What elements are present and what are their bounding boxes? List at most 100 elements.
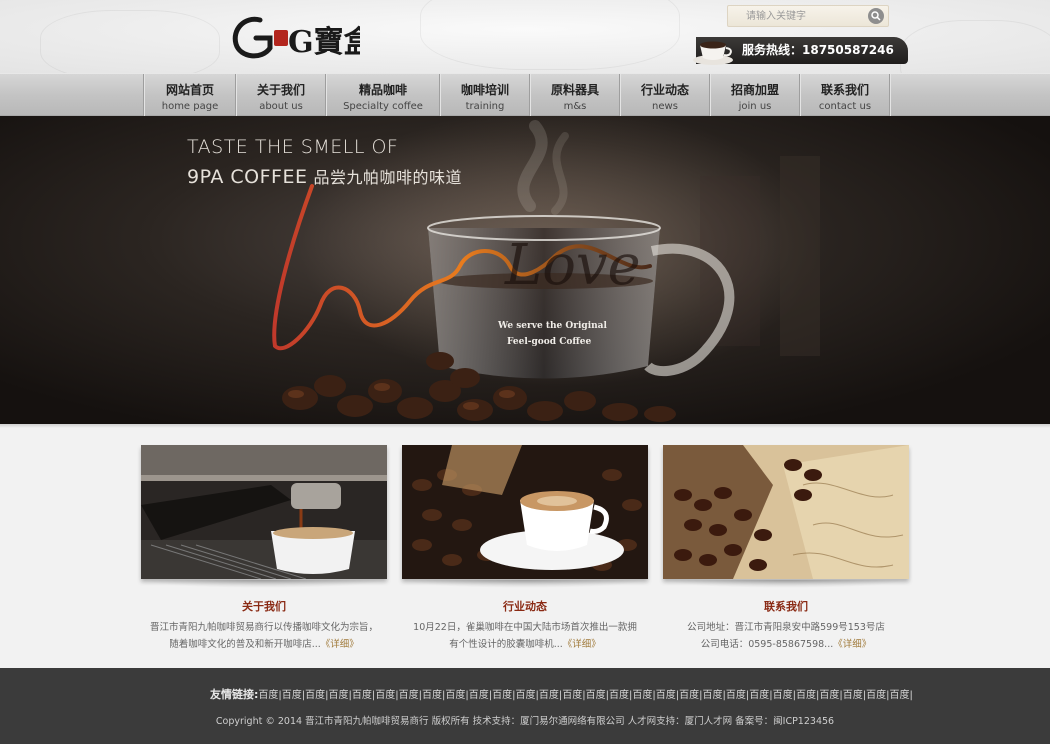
site-logo[interactable]: G寶盒 bbox=[230, 8, 375, 64]
nav-item-materials[interactable]: 原料器具 m&s bbox=[531, 74, 619, 116]
nav-label-en: m&s bbox=[563, 101, 587, 112]
nav-label-zh: 招商加盟 bbox=[730, 83, 779, 97]
nav-label-en: join us bbox=[738, 101, 772, 112]
espresso-machine-picture bbox=[141, 445, 387, 579]
card-text-line: 10月22日，雀巢咖啡在中国大陆市场首次推出一款拥 bbox=[413, 622, 637, 633]
friend-link[interactable]: 百度 bbox=[586, 690, 606, 701]
friend-link[interactable]: 百度 bbox=[375, 690, 395, 701]
friend-links: 友情链接:百度|百度|百度|百度|百度|百度|百度|百度|百度|百度|百度|百度… bbox=[210, 686, 913, 702]
card-title-news[interactable]: 行业动态 bbox=[402, 598, 648, 614]
nav-item-specialty-coffee[interactable]: 精品咖啡 Specialty coffee bbox=[327, 74, 439, 116]
nav-label-en: contact us bbox=[818, 101, 872, 112]
nav-label-en: news bbox=[652, 101, 678, 112]
search-icon bbox=[871, 11, 881, 21]
friend-link[interactable]: 百度 bbox=[305, 690, 325, 701]
more-link[interactable]: 《详细》 bbox=[321, 639, 359, 650]
search-button[interactable] bbox=[868, 8, 884, 24]
more-link[interactable]: 《详细》 bbox=[833, 639, 871, 650]
espresso-machine-image[interactable] bbox=[141, 445, 387, 579]
coffee-beans-picture bbox=[663, 445, 909, 579]
nav-item-news[interactable]: 行业动态 news bbox=[621, 74, 709, 116]
nav-item-join[interactable]: 招商加盟 join us bbox=[711, 74, 799, 116]
friend-link[interactable]: 百度 bbox=[609, 690, 629, 701]
nav-label-zh: 关于我们 bbox=[256, 83, 305, 97]
card-text-line: 公司电话：0595-85867598... bbox=[700, 639, 834, 650]
nav-item-home[interactable]: 网站首页 home page bbox=[145, 74, 235, 116]
card-text-line: 公司地址：晋江市青阳泉安中路599号153号店 bbox=[687, 622, 885, 633]
friend-link[interactable]: 百度 bbox=[843, 690, 863, 701]
card-title-contact[interactable]: 联系我们 bbox=[663, 598, 909, 614]
friend-link[interactable]: 百度 bbox=[445, 690, 465, 701]
cup-text-line2: Feel-good Coffee bbox=[507, 337, 592, 347]
more-link[interactable]: 《详细》 bbox=[563, 639, 601, 650]
nav-label-zh: 联系我们 bbox=[820, 83, 869, 97]
friend-link[interactable]: 百度 bbox=[703, 690, 723, 701]
logo-text: G寶盒 bbox=[288, 25, 360, 60]
nav-label-zh: 网站首页 bbox=[165, 83, 214, 97]
cup-text-line1: We serve the Original bbox=[498, 321, 607, 331]
nav-item-training[interactable]: 咖啡培训 training bbox=[441, 74, 529, 116]
friend-link[interactable]: 百度 bbox=[469, 690, 489, 701]
friend-link[interactable]: 百度 bbox=[726, 690, 746, 701]
map-decoration bbox=[40, 10, 220, 73]
card-shadow bbox=[663, 580, 909, 588]
card-title-about[interactable]: 关于我们 bbox=[141, 598, 387, 614]
friend-link[interactable]: 百度 bbox=[399, 690, 419, 701]
banner-tagline-zh: 品尝九帕咖啡的味道 bbox=[313, 168, 462, 187]
nav-label-zh: 精品咖啡 bbox=[358, 83, 407, 97]
main-nav: 网站首页 home page 关于我们 about us 精品咖啡 Specia… bbox=[0, 73, 1050, 116]
banner-divider bbox=[0, 424, 1050, 428]
friend-link[interactable]: 百度 bbox=[656, 690, 676, 701]
nav-label-zh: 行业动态 bbox=[640, 83, 689, 97]
friend-link[interactable]: 百度 bbox=[352, 690, 372, 701]
friend-links-label: 友情链接: bbox=[210, 688, 259, 701]
hotline-text: 服务热线：18750587246 bbox=[742, 43, 894, 57]
card-text-about: 晋江市青阳九帕咖啡贸易商行以传播咖啡文化为宗旨， 随着咖啡文化的普及和新开咖啡店… bbox=[141, 619, 387, 653]
nav-item-contact[interactable]: 联系我们 contact us bbox=[801, 74, 889, 116]
coffee-beans-image[interactable] bbox=[663, 445, 909, 579]
footer bbox=[0, 668, 1050, 744]
friend-link[interactable]: 百度 bbox=[492, 690, 512, 701]
coffee-cup-illustration: Love bbox=[272, 116, 820, 422]
card-shadow bbox=[402, 580, 648, 588]
logo-graphic: G寶盒 bbox=[232, 16, 375, 60]
link-separator: | bbox=[909, 690, 913, 701]
card-text-line: 晋江市青阳九帕咖啡贸易商行以传播咖啡文化为宗旨， bbox=[149, 622, 378, 633]
nav-label-en: Specialty coffee bbox=[343, 101, 423, 112]
banner-tagline-line1: TASTE THE SMELL OF bbox=[187, 136, 399, 158]
card-text-news: 10月22日，雀巢咖啡在中国大陆市场首次推出一款拥 有个性设计的胶囊咖啡机...… bbox=[402, 619, 648, 653]
friend-link[interactable]: 百度 bbox=[749, 690, 769, 701]
search-input[interactable] bbox=[728, 6, 862, 26]
friend-link[interactable]: 百度 bbox=[562, 690, 582, 701]
card-text-line: 随着咖啡文化的普及和新开咖啡店...《详细》 bbox=[141, 636, 387, 653]
friend-link[interactable]: 百度 bbox=[796, 690, 816, 701]
friend-link[interactable]: 百度 bbox=[866, 690, 886, 701]
friend-link[interactable]: 百度 bbox=[819, 690, 839, 701]
friend-link[interactable]: 百度 bbox=[632, 690, 652, 701]
nav-label-zh: 咖啡培训 bbox=[460, 83, 509, 97]
search-box bbox=[727, 5, 889, 27]
friend-link[interactable]: 百度 bbox=[679, 690, 699, 701]
card-text-line: 公司电话：0595-85867598...《详细》 bbox=[663, 636, 909, 653]
friend-link[interactable]: 百度 bbox=[258, 690, 278, 701]
nav-item-about[interactable]: 关于我们 about us bbox=[237, 74, 325, 116]
coffee-cup-image[interactable] bbox=[402, 445, 648, 579]
banner-tagline-en: 9PA COFFEE bbox=[187, 166, 308, 188]
card-text-line: 有个性设计的胶囊咖啡机... bbox=[449, 639, 563, 650]
coffee-cup-icon bbox=[693, 41, 733, 65]
banner-tagline-line2: 9PA COFFEE 品尝九帕咖啡的味道 bbox=[187, 164, 462, 188]
map-decoration bbox=[420, 0, 680, 70]
nav-label-zh: 原料器具 bbox=[550, 83, 599, 97]
friend-link[interactable]: 百度 bbox=[890, 690, 910, 701]
friend-link[interactable]: 百度 bbox=[539, 690, 559, 701]
friend-links-list: 百度|百度|百度|百度|百度|百度|百度|百度|百度|百度|百度|百度|百度|百… bbox=[258, 690, 913, 701]
banner-script-word: Love bbox=[504, 233, 641, 298]
friend-link[interactable]: 百度 bbox=[282, 690, 302, 701]
map-decoration bbox=[900, 20, 1050, 73]
friend-link[interactable]: 百度 bbox=[422, 690, 442, 701]
friend-link[interactable]: 百度 bbox=[773, 690, 793, 701]
friend-link[interactable]: 百度 bbox=[516, 690, 536, 701]
friend-link[interactable]: 百度 bbox=[329, 690, 349, 701]
card-shadow bbox=[141, 580, 387, 588]
card-text-line: 随着咖啡文化的普及和新开咖啡店... bbox=[169, 639, 321, 650]
